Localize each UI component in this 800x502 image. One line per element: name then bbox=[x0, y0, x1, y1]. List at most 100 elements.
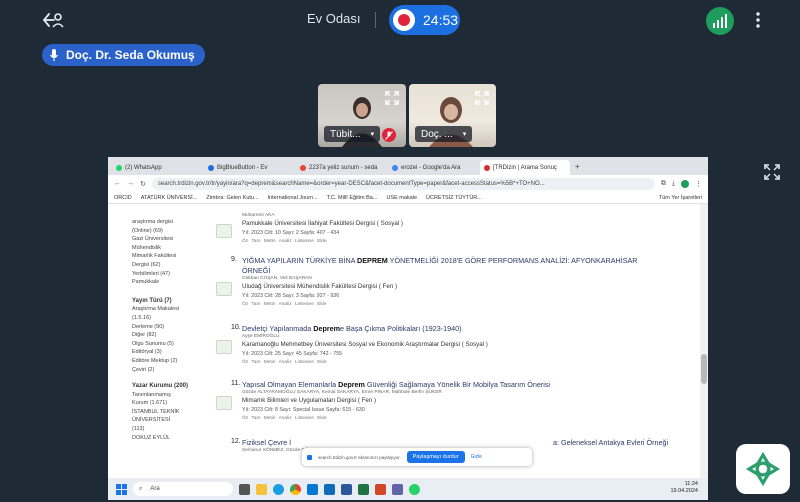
leave-meeting-icon[interactable] bbox=[40, 10, 64, 30]
taskbar-clock[interactable]: 11:24 19.04.2024 bbox=[670, 481, 698, 495]
edge-icon[interactable] bbox=[273, 483, 284, 495]
page-scrollbar[interactable] bbox=[700, 204, 708, 478]
mail-icon[interactable] bbox=[324, 483, 335, 495]
back-icon[interactable]: ← bbox=[114, 180, 121, 187]
result-actions[interactable]: Öz Tam Metin Analiz Listesine Ekle bbox=[242, 416, 327, 421]
browser-tab[interactable]: 2237a yeliz sunum - seda bbox=[296, 160, 386, 175]
webcam-tile[interactable]: Tübit... ▾ bbox=[318, 84, 406, 147]
filter-item[interactable]: İSTANBUL TEKNİK bbox=[132, 408, 222, 417]
result-actions[interactable]: Öz Tam Metin Analiz Listesine Ekle bbox=[242, 360, 327, 365]
bookmark-item[interactable]: ATATÜRK ÜNİVERSİ... bbox=[141, 195, 198, 201]
filter-item[interactable]: ÜNİVERSİTESİ bbox=[132, 416, 222, 425]
result-journal[interactable]: Uludağ Üniversitesi Mühendislik Fakültes… bbox=[242, 283, 397, 290]
pdf-icon[interactable] bbox=[216, 396, 232, 410]
store-icon[interactable] bbox=[307, 483, 318, 495]
download-icon[interactable]: ⤓ bbox=[672, 180, 675, 188]
hide-button[interactable]: Gizle bbox=[471, 454, 482, 460]
result-title[interactable]: Fiziksel Çevre İ bbox=[242, 438, 291, 447]
webcam-tile[interactable]: Doç. ... ▾ bbox=[409, 84, 496, 147]
connection-status-button[interactable] bbox=[706, 7, 734, 35]
app-logo-button[interactable] bbox=[736, 444, 790, 494]
result-title-line2[interactable]: ÖRNEĞİ bbox=[242, 266, 270, 275]
recording-button[interactable]: 24:53 bbox=[389, 5, 460, 35]
more-options-icon[interactable] bbox=[750, 10, 766, 30]
filter-item[interactable]: Diğer (82) bbox=[132, 331, 222, 340]
pdf-icon[interactable] bbox=[216, 224, 232, 238]
result-actions[interactable]: Öz Tam Metin Analiz Listesine Ekle bbox=[242, 239, 327, 244]
stop-sharing-button[interactable]: Paylaşmayı durdur bbox=[406, 451, 465, 463]
bookmark-item[interactable]: ÜCRETSİZ TÜYTÜR... bbox=[426, 195, 482, 201]
filter-item[interactable]: Çeviri (2) bbox=[132, 366, 222, 375]
filter-item[interactable]: Mühendislik bbox=[132, 244, 222, 253]
result-journal[interactable]: Pamukkale Üniversitesi İlahiyat Fakültes… bbox=[242, 220, 403, 227]
browser-tab[interactable]: BigBlueButton - Ev bbox=[204, 160, 294, 175]
file-explorer-icon[interactable] bbox=[256, 483, 267, 495]
expand-icon[interactable] bbox=[474, 90, 490, 106]
reload-icon[interactable]: ↻ bbox=[140, 180, 146, 188]
filter-item[interactable]: DOKUZ EYLÜL bbox=[132, 434, 222, 443]
bookmark-item[interactable]: Zimbra: Gelen Kutu... bbox=[206, 195, 258, 201]
result-title[interactable]: YIĞMA YAPILARIN TÜRKİYE BİNA DEPREM YÖNE… bbox=[242, 256, 638, 265]
browser-menu-icon[interactable]: ⋮ bbox=[695, 180, 702, 188]
scrollbar-thumb[interactable] bbox=[701, 354, 707, 384]
filter-item[interactable]: Araştırma Makalesi bbox=[132, 305, 222, 314]
filter-list: Tanımlanmamış Kurum (1.671) İSTANBUL TEK… bbox=[132, 391, 222, 443]
filter-item[interactable]: Olgu Sunumu (5) bbox=[132, 340, 222, 349]
teams-icon[interactable] bbox=[392, 483, 403, 495]
filter-item[interactable]: Pamukkale bbox=[132, 278, 222, 287]
excel-icon[interactable] bbox=[358, 483, 369, 495]
filter-item[interactable]: Derleme (90) bbox=[132, 323, 222, 332]
share-status-icon bbox=[307, 454, 312, 460]
address-bar[interactable]: search.trdizin.gov.tr/tr/yayin/ara?q=dep… bbox=[151, 177, 655, 190]
taskbar-search[interactable]: ⌕ Ara bbox=[133, 482, 233, 496]
result-authors[interactable]: Ayşe EMİROĞLU bbox=[242, 334, 280, 339]
result-actions[interactable]: Öz Tam Metin Analiz Listesine Ekle bbox=[242, 302, 327, 307]
pdf-icon[interactable] bbox=[216, 282, 232, 296]
profile-icon[interactable] bbox=[681, 179, 689, 188]
result-journal[interactable]: Mimarlık Bilimleri ve Uygulamaları Dergi… bbox=[242, 397, 376, 404]
filter-item[interactable]: Mimarlık Fakültesi bbox=[132, 252, 222, 261]
bookmark-item[interactable]: ORCID bbox=[114, 195, 132, 201]
fullscreen-icon[interactable] bbox=[764, 164, 780, 180]
result-journal[interactable]: Karamanoğlu Mehmetbey Üniversitesi Sosya… bbox=[242, 341, 488, 348]
windows-start-icon[interactable] bbox=[116, 483, 127, 495]
expand-icon[interactable] bbox=[384, 90, 400, 106]
new-tab-icon[interactable]: + bbox=[575, 162, 580, 171]
filter-item[interactable]: Editöryal (3) bbox=[132, 348, 222, 357]
bookmark-item[interactable]: International Journ... bbox=[268, 195, 318, 201]
talking-indicator[interactable]: Doç. Dr. Seda Okumuş bbox=[42, 44, 205, 66]
result-authors[interactable]: Gözde ALTAYRAMOĞLU SAKARYA, Kemal SAKARY… bbox=[242, 390, 442, 395]
filter-item[interactable]: Yerbilimleri (47) bbox=[132, 270, 222, 279]
task-view-icon[interactable] bbox=[239, 483, 250, 495]
browser-tab-active[interactable]: [TRDizin | Arama Sonuç bbox=[480, 160, 570, 175]
bookmark-item[interactable]: USE makale bbox=[386, 195, 417, 201]
pdf-icon[interactable] bbox=[216, 340, 232, 354]
extensions-icon[interactable]: ⧉ bbox=[661, 180, 666, 188]
filter-item[interactable]: (113) bbox=[132, 425, 222, 434]
filter-heading-institution[interactable]: Yazar Kurumu (200) bbox=[132, 382, 222, 391]
powerpoint-icon[interactable] bbox=[375, 483, 386, 495]
result-authors[interactable]: Muharrem AKA bbox=[242, 213, 275, 218]
browser-tab[interactable]: (2) WhatsApp bbox=[112, 160, 202, 175]
result-title[interactable]: Devletçi Yapılanmada Depreme Başa Çıkma … bbox=[242, 324, 461, 333]
filter-heading-type[interactable]: Yayın Türü (7) bbox=[132, 297, 222, 306]
filter-item[interactable]: Gazi Üniversitesi bbox=[132, 235, 222, 244]
bookmark-item[interactable]: T.C. Millî Eğitim Ba... bbox=[327, 195, 378, 201]
browser-tab[interactable]: erozei - Google'da Ara bbox=[388, 160, 478, 175]
all-bookmarks[interactable]: Tüm Yer İşaretleri bbox=[659, 195, 702, 201]
result-title-tail[interactable]: a: Geleneksel Antakya Evleri Örneği bbox=[553, 438, 668, 447]
result-title[interactable]: Yapısal Olmayan Elemanlarla Deprem Güven… bbox=[242, 380, 550, 389]
whatsapp-app-icon[interactable] bbox=[409, 483, 420, 495]
word-icon[interactable] bbox=[341, 483, 352, 495]
result-authors[interactable]: Gökhan COŞAN, Veli BAŞARAN bbox=[242, 276, 312, 281]
chrome-icon[interactable] bbox=[290, 483, 301, 495]
filter-item[interactable]: Editöre Mektup (2) bbox=[132, 357, 222, 366]
filter-item[interactable]: Kurum (1.671) bbox=[132, 399, 222, 408]
filter-item[interactable]: Tanımlanmamış bbox=[132, 391, 222, 400]
forward-icon[interactable]: → bbox=[127, 180, 134, 187]
filter-item[interactable]: Dergisi (62) bbox=[132, 261, 222, 270]
muted-icon bbox=[382, 128, 396, 142]
filter-item[interactable]: (1.5.16) bbox=[132, 314, 222, 323]
filter-item[interactable]: (Online) (69) bbox=[132, 227, 222, 236]
filter-item[interactable]: araştırma dergisi bbox=[132, 218, 222, 227]
